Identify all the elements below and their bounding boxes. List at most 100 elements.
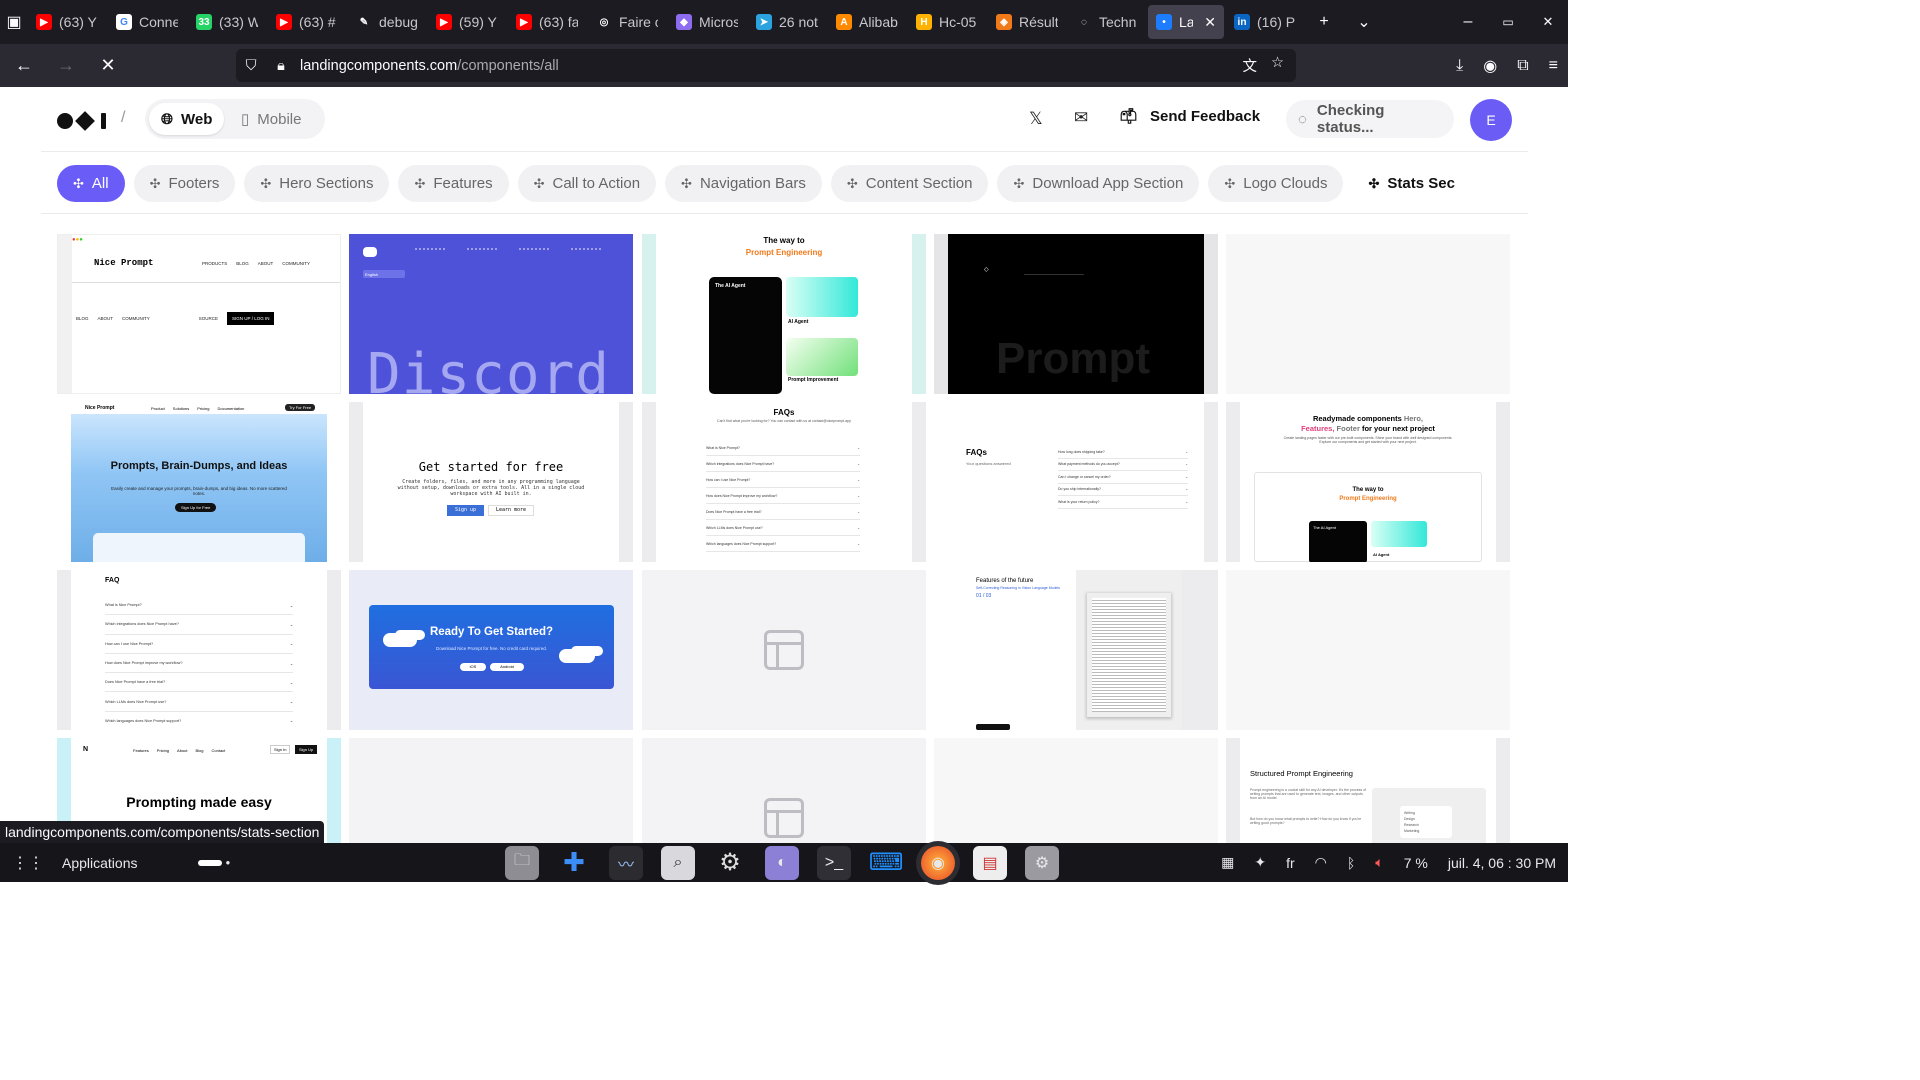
send-feedback-button[interactable]: 📫︎ Send Feedback	[1119, 107, 1260, 126]
settings-icon[interactable]: ⚙	[1025, 845, 1059, 880]
component-card-readymade[interactable]: Readymade components Hero, Features, Foo…	[1226, 402, 1510, 562]
web-toggle-button[interactable]: 🌐︎ Web	[149, 103, 225, 135]
new-tab-button[interactable]: +	[1304, 13, 1344, 31]
close-tab-icon[interactable]: ✕	[1204, 14, 1216, 31]
category-chip[interactable]: ✣ Download App Section	[997, 165, 1200, 202]
x-twitter-icon[interactable]: 𝕏	[1029, 109, 1043, 129]
category-chip[interactable]: ✣ Stats Sec	[1352, 165, 1471, 202]
disk-utility-icon[interactable]: ⚙	[713, 846, 747, 880]
user-avatar[interactable]: E	[1470, 99, 1512, 141]
document-viewer-icon[interactable]: ▤	[973, 845, 1007, 880]
cta-subtitle: Download Nice Prompt for free. No credit…	[435, 646, 548, 651]
translate-icon[interactable]: 文	[1243, 55, 1258, 76]
browser-tab[interactable]: ◌ Techn	[1068, 5, 1146, 39]
component-card-navbar[interactable]: ●●● Nice Prompt PRODUCTS BLOG ABOUT COMM…	[57, 234, 341, 394]
component-card-loading[interactable]	[349, 738, 633, 843]
lock-icon[interactable]: 🔒︎	[266, 58, 296, 74]
applications-menu[interactable]: ⋮⋮ Applications ●	[0, 853, 230, 873]
browser-tab[interactable]: in (16) P	[1226, 5, 1304, 39]
faq-item: What is Nice Prompt? ⌄	[706, 440, 860, 456]
category-chip[interactable]: ✣ Content Section	[830, 165, 989, 202]
browser-tab[interactable]: A Alibab	[828, 5, 906, 39]
browser-tab[interactable]: ➤ 26 not	[748, 5, 826, 39]
component-card-loading[interactable]	[934, 738, 1218, 843]
browser-tab[interactable]: ◎ Faire c	[588, 5, 666, 39]
component-card-faq-3[interactable]: FAQ What is Nice Prompt? ⌄ Which integrati…	[57, 570, 341, 730]
component-card-loading[interactable]	[1226, 234, 1510, 394]
accessibility-icon[interactable]: ✦	[1254, 854, 1266, 871]
files-icon[interactable]: 🗀	[505, 845, 539, 880]
browser-tab[interactable]: ▶ (63) fa	[508, 5, 586, 39]
firefox-icon[interactable]: ◉	[921, 845, 955, 880]
tweaks-icon[interactable]: ◐	[765, 845, 799, 880]
stop-loading-button[interactable]: ✕	[90, 48, 126, 84]
component-card-features-prompt[interactable]: The way to Prompt Engineering The AI Age…	[642, 234, 926, 394]
category-chip[interactable]: ✣ Call to Action	[517, 165, 657, 202]
browser-tab[interactable]: ◈ Résult	[988, 5, 1066, 39]
maximize-button[interactable]: ▭	[1488, 15, 1528, 29]
account-icon[interactable]: ◉	[1483, 56, 1497, 76]
browser-tab[interactable]: ▶ (63) Y	[28, 5, 106, 39]
browser-tab[interactable]: 33 (33) W	[188, 5, 266, 39]
card-edge	[912, 402, 926, 562]
category-chip[interactable]: ✣ All	[57, 165, 125, 202]
bluetooth-icon[interactable]: ᛒ	[1347, 855, 1355, 871]
mail-icon[interactable]: ✉	[1074, 108, 1088, 128]
forward-button[interactable]: →	[48, 48, 84, 84]
close-window-button[interactable]: ✕	[1528, 14, 1568, 30]
mobile-toggle-button[interactable]: ▯ Mobile	[229, 103, 313, 135]
workspace-dot[interactable]: ●	[226, 858, 231, 867]
minimize-button[interactable]: –	[1448, 13, 1488, 31]
category-chip[interactable]: ✣ Navigation Bars	[665, 165, 822, 202]
component-card-hero[interactable]: Nice Prompt Product Solutions Pricing Do…	[57, 402, 341, 562]
extensions-icon[interactable]: ⧉	[1517, 57, 1528, 75]
category-chip[interactable]: ✣ Logo Clouds	[1208, 165, 1344, 202]
browser-tab[interactable]: ▶ (63) #	[268, 5, 346, 39]
window-switcher-icon[interactable]: ▦	[1221, 854, 1234, 871]
workspace-indicator[interactable]	[197, 859, 222, 866]
extensions-puzzle-icon[interactable]: ✚	[557, 846, 591, 880]
menu-icon[interactable]: ≡	[1549, 57, 1558, 75]
component-card-placeholder[interactable]	[642, 738, 926, 843]
component-card-faq-1[interactable]: FAQs Can't find what you're looking for?…	[642, 402, 926, 562]
status-button[interactable]: ◌ Checking status...	[1286, 100, 1454, 138]
category-chip[interactable]: ✣ Hero Sections	[244, 165, 390, 202]
clock[interactable]: juil. 4, 06 : 30 PM	[1448, 855, 1556, 871]
component-card-prompt-footer[interactable]: ◇ Prompt	[934, 234, 1218, 394]
component-card-structured[interactable]: Structured Prompt Engineering Prompt eng…	[1226, 738, 1510, 843]
tracking-shield-icon[interactable]: ⛉	[236, 58, 266, 74]
system-monitor-icon[interactable]: 〰	[609, 845, 643, 880]
component-card-cta[interactable]: Ready To Get Started? Download Nice Prom…	[349, 570, 633, 730]
terminal-icon[interactable]: >_	[817, 845, 851, 880]
list-all-tabs-button[interactable]: ⌄	[1344, 12, 1384, 32]
browser-tab[interactable]: ✎ debug	[348, 5, 426, 39]
image-viewer-icon[interactable]: ⌕	[661, 845, 695, 880]
component-card-features-future[interactable]: Features of the future Self-Correcting R…	[934, 570, 1218, 730]
url-text[interactable]: landingcomponents.com/components/all	[300, 58, 559, 74]
wifi-icon[interactable]: ◠	[1315, 854, 1327, 871]
browser-tab[interactable]: H Hc-05	[908, 5, 986, 39]
browser-tab[interactable]: • Lan ✕	[1148, 5, 1224, 39]
address-bar[interactable]: ⛉ 🔒︎ landingcomponents.com/components/al…	[236, 49, 1296, 82]
browser-tab[interactable]: ◆ Micros	[668, 5, 746, 39]
component-card-placeholder[interactable]	[642, 570, 926, 730]
component-card-faq-2[interactable]: FAQs Your questions answered How long do…	[934, 402, 1218, 562]
component-card-discord-footer[interactable]: English Discord	[349, 234, 633, 394]
browser-tab[interactable]: G Conne	[108, 5, 186, 39]
bookmark-star-icon[interactable]: ☆	[1271, 55, 1284, 76]
back-button[interactable]: ←	[6, 48, 42, 84]
faq2-list: How long does shipping take? ⌄ What paymen…	[1058, 446, 1188, 509]
component-card-get-started[interactable]: Get started for free Create folders, fil…	[349, 402, 633, 562]
keyboard-layout[interactable]: fr	[1286, 855, 1295, 871]
site-logo[interactable]	[57, 111, 109, 131]
browser-tab[interactable]: ▶ (59) Y	[428, 5, 506, 39]
inner-agent-visual	[1371, 521, 1427, 547]
component-card-loading[interactable]	[1226, 570, 1510, 730]
volume-icon[interactable]: 🔈︎	[1375, 854, 1383, 871]
battery-level[interactable]: 7 %	[1404, 855, 1428, 871]
category-chip[interactable]: ✣ Footers	[133, 165, 236, 202]
vscode-icon[interactable]: ⌨	[869, 846, 904, 880]
category-chip[interactable]: ✣ Features	[398, 165, 509, 202]
downloads-icon[interactable]: ⤓	[1456, 57, 1463, 75]
tab-overview-icon[interactable]: ▣	[0, 0, 28, 44]
